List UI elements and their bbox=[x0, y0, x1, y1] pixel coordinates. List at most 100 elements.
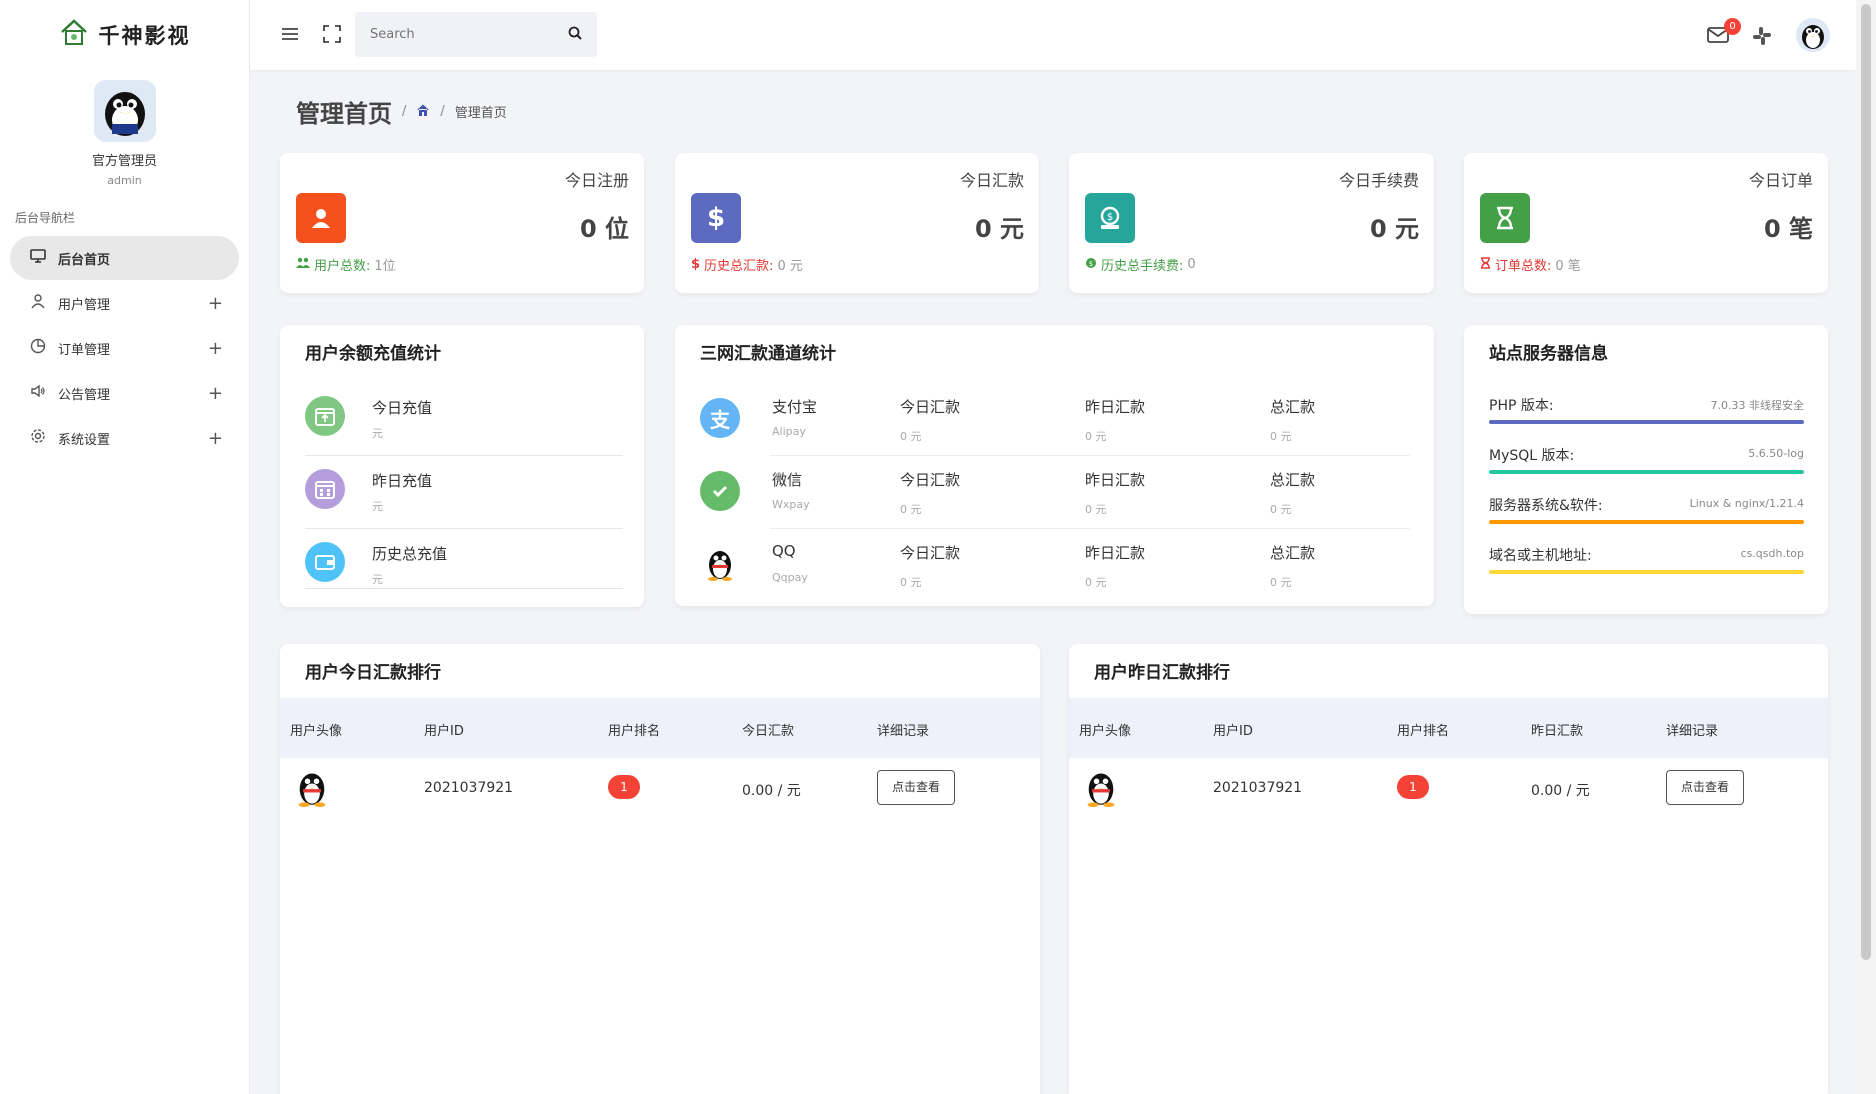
search-icon[interactable] bbox=[568, 25, 582, 44]
cell-value: 0 元 bbox=[900, 503, 922, 516]
stat-footer-value: 0 元 bbox=[777, 259, 803, 274]
plus-icon[interactable]: + bbox=[208, 338, 223, 359]
scrollbar[interactable] bbox=[1856, 0, 1876, 1094]
cell-yesterday: 昨日汇款 0 元 bbox=[1085, 396, 1145, 444]
column-header: 昨日汇款 bbox=[1531, 724, 1584, 739]
stat-card-orders: 今日订单 0 笔 订单总数: 0 笔 bbox=[1464, 153, 1828, 293]
nav-item-settings[interactable]: 系统设置 + bbox=[10, 416, 239, 460]
card-title: 站点服务器信息 bbox=[1489, 344, 1608, 364]
user-icon bbox=[30, 293, 46, 313]
fullscreen-icon[interactable] bbox=[322, 24, 342, 48]
dollar-icon: $ bbox=[691, 257, 701, 272]
cell-label: 总汇款 bbox=[1270, 544, 1316, 562]
plus-icon[interactable]: + bbox=[208, 383, 223, 404]
stat-value: 0 笔 bbox=[1763, 215, 1813, 243]
cell-value: 0 元 bbox=[1085, 576, 1107, 589]
table-row: 支 支付宝 Alipay 今日汇款 0 元 昨日汇款 0 元 总汇款 0 元 bbox=[700, 383, 1410, 456]
monitor-icon bbox=[30, 248, 46, 268]
stat-footer: 订单总数: 0 笔 bbox=[1480, 255, 1581, 274]
stat-footer-value: 0 bbox=[1187, 257, 1196, 272]
user-id: 2021037921 bbox=[424, 780, 514, 796]
table-row: 微信 Wxpay 今日汇款 0 元 昨日汇款 0 元 总汇款 0 元 bbox=[700, 456, 1410, 529]
card-title: 用户昨日汇款排行 bbox=[1094, 663, 1230, 683]
home-icon[interactable] bbox=[416, 102, 430, 121]
nav-item-orders[interactable]: 订单管理 + bbox=[10, 326, 239, 370]
cell-label: 总汇款 bbox=[1270, 398, 1316, 416]
view-details-button[interactable]: 点击查看 bbox=[877, 770, 955, 805]
stat-value: 0 位 bbox=[579, 215, 629, 243]
server-info-bar bbox=[1489, 520, 1804, 524]
nav-label: 系统设置 bbox=[58, 432, 111, 448]
pie-chart-icon bbox=[30, 338, 46, 358]
column-header: 用户ID bbox=[424, 724, 464, 739]
menu-toggle-icon[interactable] bbox=[280, 24, 300, 48]
server-info-value: Linux & nginx/1.21.4 bbox=[1689, 497, 1804, 510]
breadcrumb-separator: / bbox=[402, 104, 407, 119]
amount: 0.00 / 元 bbox=[742, 783, 801, 799]
slack-icon[interactable] bbox=[1752, 26, 1772, 50]
svg-text:$: $ bbox=[1089, 260, 1093, 268]
calendar-today-icon bbox=[305, 396, 345, 436]
cell-label: 昨日汇款 bbox=[1085, 471, 1146, 489]
server-info-row: 服务器系统&软件: Linux & nginx/1.21.4 bbox=[1489, 495, 1804, 524]
nav-item-announcements[interactable]: 公告管理 + bbox=[10, 371, 239, 415]
breadcrumb-separator: / bbox=[440, 104, 445, 119]
cell-label: 今日汇款 bbox=[900, 398, 961, 416]
card-title: 用户今日汇款排行 bbox=[305, 663, 441, 683]
stat-card-registrations: 今日注册 0 位 用户总数: 1位 bbox=[280, 153, 644, 293]
view-details-button[interactable]: 点击查看 bbox=[1666, 770, 1744, 805]
cell-value: 0 元 bbox=[1270, 576, 1292, 589]
svg-text:$: $ bbox=[1107, 212, 1113, 223]
cell-today: 今日汇款 0 元 bbox=[900, 542, 960, 590]
column-header: 用户头像 bbox=[1079, 724, 1132, 739]
nav-label: 公告管理 bbox=[58, 387, 111, 403]
stat-footer: $ 历史总汇款: 0 元 bbox=[691, 255, 803, 274]
recharge-stats-card: 用户余额充值统计 今日充值 元 昨日充值 元 历史总充值 元 bbox=[280, 325, 644, 607]
scrollbar-thumb[interactable] bbox=[1861, 4, 1871, 960]
channel-name: 支付宝 bbox=[772, 398, 818, 416]
cell-label: 总汇款 bbox=[1270, 471, 1316, 489]
stat-footer-label: 订单总数: bbox=[1495, 259, 1552, 274]
list-item-label: 昨日充值 bbox=[372, 472, 433, 490]
search-input[interactable] bbox=[370, 27, 568, 42]
money-bag-icon: $ bbox=[1085, 193, 1135, 243]
stat-label: 今日汇款 bbox=[959, 171, 1024, 190]
column-header: 今日汇款 bbox=[742, 724, 795, 739]
plus-icon[interactable]: + bbox=[208, 428, 223, 449]
nav-title: 后台导航栏 bbox=[15, 211, 76, 225]
cell-total: 总汇款 0 元 bbox=[1270, 396, 1315, 444]
nav-item-users[interactable]: 用户管理 + bbox=[10, 281, 239, 325]
card-title: 用户余额充值统计 bbox=[305, 344, 441, 364]
cell-label: 今日汇款 bbox=[900, 544, 961, 562]
admin-name: 官方管理员 bbox=[91, 154, 157, 169]
admin-avatar[interactable] bbox=[93, 80, 156, 142]
server-info-value: 5.6.50-log bbox=[1748, 447, 1804, 460]
stat-label: 今日订单 bbox=[1748, 171, 1813, 190]
user-icon bbox=[296, 193, 346, 243]
nav-item-dashboard[interactable]: 后台首页 bbox=[10, 236, 239, 280]
page-header: 管理首页 / / 管理首页 bbox=[296, 94, 507, 129]
cell-yesterday: 昨日汇款 0 元 bbox=[1085, 542, 1145, 590]
server-info-bar bbox=[1489, 420, 1804, 424]
page-title: 管理首页 bbox=[296, 100, 392, 128]
cell-label: 昨日汇款 bbox=[1085, 544, 1146, 562]
calendar-icon bbox=[305, 469, 345, 509]
speaker-icon bbox=[30, 383, 46, 403]
rank-badge: 1 bbox=[1397, 775, 1429, 799]
search-box bbox=[355, 12, 597, 57]
stat-footer: $ 历史总手续费: 0 bbox=[1085, 255, 1196, 274]
channel-sub: Alipay bbox=[772, 425, 806, 438]
stat-footer: 用户总数: 1位 bbox=[296, 255, 396, 274]
table-row: 2021037921 1 0.00 / 元 点击查看 bbox=[280, 758, 1040, 820]
qq-penguin-icon bbox=[1081, 768, 1121, 808]
user-avatar[interactable] bbox=[1796, 18, 1830, 52]
cell-value: 0 元 bbox=[1085, 430, 1107, 443]
plus-icon[interactable]: + bbox=[208, 293, 223, 314]
hourglass-icon bbox=[1480, 193, 1530, 243]
list-item-label: 今日充值 bbox=[372, 399, 433, 417]
server-info-value: cs.qsdh.top bbox=[1740, 547, 1804, 560]
server-info-bar bbox=[1489, 470, 1804, 474]
server-info-row: MySQL 版本: 5.6.50-log bbox=[1489, 445, 1804, 474]
cell-total: 总汇款 0 元 bbox=[1270, 542, 1315, 590]
brand[interactable]: 千神影视 bbox=[0, 0, 249, 70]
